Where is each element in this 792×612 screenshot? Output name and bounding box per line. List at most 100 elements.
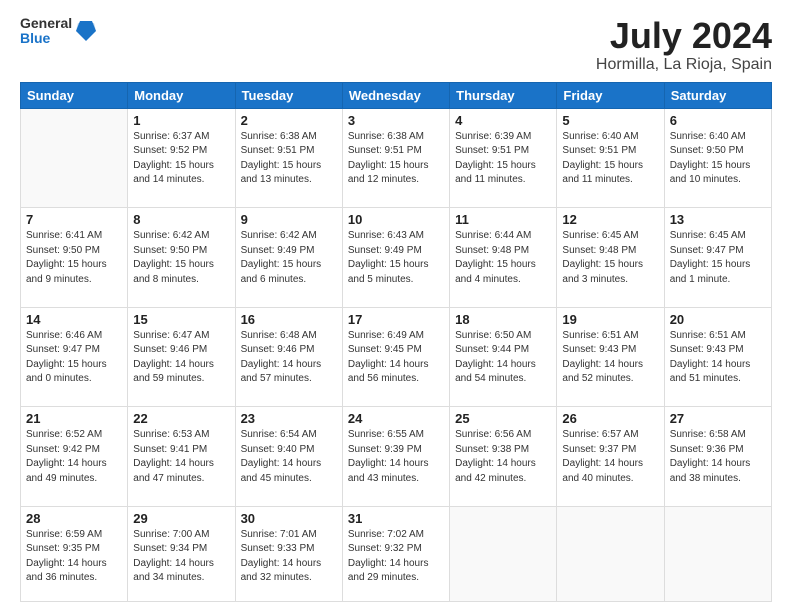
calendar-header-day: Tuesday (235, 82, 342, 108)
day-number: 22 (133, 411, 229, 426)
day-number: 3 (348, 113, 444, 128)
calendar-header-day: Sunday (21, 82, 128, 108)
day-info: Sunrise: 6:51 AMSunset: 9:43 PMDaylight:… (562, 329, 658, 387)
day-info: Sunrise: 6:58 AMSunset: 9:36 PMDaylight:… (670, 428, 766, 486)
calendar-day-cell: 13Sunrise: 6:45 AMSunset: 9:47 PMDayligh… (664, 208, 771, 308)
calendar-day-cell: 8 Sunrise: 6:42 AMSunset: 9:50 PMDaylight… (128, 208, 235, 308)
day-number: 30 (241, 511, 337, 526)
day-info: Sunrise: 7:00 AMSunset: 9:34 PMDaylight:… (133, 528, 229, 586)
day-info: Sunrise: 6:56 AMSunset: 9:38 PMDaylight:… (455, 428, 551, 486)
day-info: Sunrise: 6:53 AMSunset: 9:41 PMDaylight:… (133, 428, 229, 486)
calendar-day-cell (21, 108, 128, 208)
calendar-day-cell: 19 Sunrise: 6:51 AMSunset: 9:43 PMDayligh… (557, 307, 664, 407)
page-subtitle: Hormilla, La Rioja, Spain (596, 56, 772, 74)
logo-line1: General (20, 16, 72, 31)
calendar-day-cell: 6 Sunrise: 6:40 AMSunset: 9:50 PMDaylight… (664, 108, 771, 208)
day-info: Sunrise: 6:39 AMSunset: 9:51 PMDaylight:… (455, 130, 551, 188)
calendar-day-cell: 14 Sunrise: 6:46 AMSunset: 9:47 PMDayligh… (21, 307, 128, 407)
calendar-day-cell: 21Sunrise: 6:52 AMSunset: 9:42 PMDayligh… (21, 407, 128, 507)
calendar-header-day: Friday (557, 82, 664, 108)
day-info: Sunrise: 6:40 AMSunset: 9:50 PMDaylight:… (670, 130, 766, 188)
day-number: 14 (26, 312, 122, 327)
calendar-day-cell: 31Sunrise: 7:02 AMSunset: 9:32 PMDayligh… (342, 506, 449, 601)
day-info: Sunrise: 6:41 AMSunset: 9:50 PMDaylight:… (26, 229, 122, 287)
day-info: Sunrise: 6:48 AMSunset: 9:46 PMDaylight:… (241, 329, 337, 387)
day-number: 4 (455, 113, 551, 128)
day-info: Sunrise: 6:38 AMSunset: 9:51 PMDaylight:… (348, 130, 444, 188)
day-number: 23 (241, 411, 337, 426)
calendar-week-row: 14 Sunrise: 6:46 AMSunset: 9:47 PMDayligh… (21, 307, 772, 407)
day-info: Sunrise: 6:44 AMSunset: 9:48 PMDaylight:… (455, 229, 551, 287)
logo-line2: Blue (20, 31, 72, 46)
day-number: 26 (562, 411, 658, 426)
calendar-week-row: 7 Sunrise: 6:41 AMSunset: 9:50 PMDaylight… (21, 208, 772, 308)
page: General Blue July 2024 Hormilla, La Rioj… (0, 0, 792, 612)
calendar-day-cell: 17Sunrise: 6:49 AMSunset: 9:45 PMDayligh… (342, 307, 449, 407)
day-number: 7 (26, 212, 122, 227)
calendar-header-day: Saturday (664, 82, 771, 108)
day-info: Sunrise: 6:43 AMSunset: 9:49 PMDaylight:… (348, 229, 444, 287)
day-info: Sunrise: 6:42 AMSunset: 9:50 PMDaylight:… (133, 229, 229, 287)
day-number: 5 (562, 113, 658, 128)
day-info: Sunrise: 6:54 AMSunset: 9:40 PMDaylight:… (241, 428, 337, 486)
calendar-day-cell: 26 Sunrise: 6:57 AMSunset: 9:37 PMDayligh… (557, 407, 664, 507)
calendar-header-day: Thursday (450, 82, 557, 108)
calendar-week-row: 28 Sunrise: 6:59 AMSunset: 9:35 PMDayligh… (21, 506, 772, 601)
day-info: Sunrise: 7:02 AMSunset: 9:32 PMDaylight:… (348, 528, 444, 586)
day-info: Sunrise: 6:46 AMSunset: 9:47 PMDaylight:… (26, 329, 122, 387)
calendar-header-day: Monday (128, 82, 235, 108)
day-info: Sunrise: 6:52 AMSunset: 9:42 PMDaylight:… (26, 428, 122, 486)
day-number: 18 (455, 312, 551, 327)
day-info: Sunrise: 6:45 AMSunset: 9:48 PMDaylight:… (562, 229, 658, 287)
header: General Blue July 2024 Hormilla, La Rioj… (20, 16, 772, 74)
logo: General Blue (20, 16, 96, 47)
calendar-day-cell: 11 Sunrise: 6:44 AMSunset: 9:48 PMDayligh… (450, 208, 557, 308)
calendar-day-cell: 28 Sunrise: 6:59 AMSunset: 9:35 PMDayligh… (21, 506, 128, 601)
day-number: 10 (348, 212, 444, 227)
calendar-day-cell (557, 506, 664, 601)
calendar-day-cell: 16Sunrise: 6:48 AMSunset: 9:46 PMDayligh… (235, 307, 342, 407)
day-number: 12 (562, 212, 658, 227)
title-block: July 2024 Hormilla, La Rioja, Spain (596, 16, 772, 74)
day-number: 25 (455, 411, 551, 426)
day-info: Sunrise: 6:42 AMSunset: 9:49 PMDaylight:… (241, 229, 337, 287)
calendar-day-cell: 4 Sunrise: 6:39 AMSunset: 9:51 PMDaylight… (450, 108, 557, 208)
calendar-day-cell: 10 Sunrise: 6:43 AMSunset: 9:49 PMDayligh… (342, 208, 449, 308)
calendar-header-row: SundayMondayTuesdayWednesdayThursdayFrid… (21, 82, 772, 108)
calendar-day-cell (664, 506, 771, 601)
logo-icon (76, 19, 96, 43)
day-number: 29 (133, 511, 229, 526)
calendar-day-cell: 20Sunrise: 6:51 AMSunset: 9:43 PMDayligh… (664, 307, 771, 407)
day-number: 1 (133, 113, 229, 128)
day-number: 8 (133, 212, 229, 227)
calendar-day-cell: 29 Sunrise: 7:00 AMSunset: 9:34 PMDayligh… (128, 506, 235, 601)
day-number: 11 (455, 212, 551, 227)
calendar-week-row: 21Sunrise: 6:52 AMSunset: 9:42 PMDayligh… (21, 407, 772, 507)
calendar-day-cell: 1 Sunrise: 6:37 AMSunset: 9:52 PMDaylight… (128, 108, 235, 208)
day-number: 2 (241, 113, 337, 128)
calendar-day-cell: 27Sunrise: 6:58 AMSunset: 9:36 PMDayligh… (664, 407, 771, 507)
day-info: Sunrise: 6:38 AMSunset: 9:51 PMDaylight:… (241, 130, 337, 188)
calendar-week-row: 1 Sunrise: 6:37 AMSunset: 9:52 PMDaylight… (21, 108, 772, 208)
calendar-day-cell: 30Sunrise: 7:01 AMSunset: 9:33 PMDayligh… (235, 506, 342, 601)
day-number: 6 (670, 113, 766, 128)
day-info: Sunrise: 6:49 AMSunset: 9:45 PMDaylight:… (348, 329, 444, 387)
day-number: 15 (133, 312, 229, 327)
day-info: Sunrise: 6:47 AMSunset: 9:46 PMDaylight:… (133, 329, 229, 387)
calendar-day-cell (450, 506, 557, 601)
day-info: Sunrise: 6:59 AMSunset: 9:35 PMDaylight:… (26, 528, 122, 586)
day-info: Sunrise: 6:51 AMSunset: 9:43 PMDaylight:… (670, 329, 766, 387)
day-info: Sunrise: 6:57 AMSunset: 9:37 PMDaylight:… (562, 428, 658, 486)
day-number: 24 (348, 411, 444, 426)
calendar-header-day: Wednesday (342, 82, 449, 108)
calendar-day-cell: 9 Sunrise: 6:42 AMSunset: 9:49 PMDaylight… (235, 208, 342, 308)
day-info: Sunrise: 6:37 AMSunset: 9:52 PMDaylight:… (133, 130, 229, 188)
day-number: 9 (241, 212, 337, 227)
day-info: Sunrise: 6:45 AMSunset: 9:47 PMDaylight:… (670, 229, 766, 287)
day-number: 19 (562, 312, 658, 327)
day-number: 28 (26, 511, 122, 526)
calendar-day-cell: 24Sunrise: 6:55 AMSunset: 9:39 PMDayligh… (342, 407, 449, 507)
calendar-day-cell: 15 Sunrise: 6:47 AMSunset: 9:46 PMDayligh… (128, 307, 235, 407)
calendar-day-cell: 12 Sunrise: 6:45 AMSunset: 9:48 PMDayligh… (557, 208, 664, 308)
logo-text: General Blue (20, 16, 72, 47)
